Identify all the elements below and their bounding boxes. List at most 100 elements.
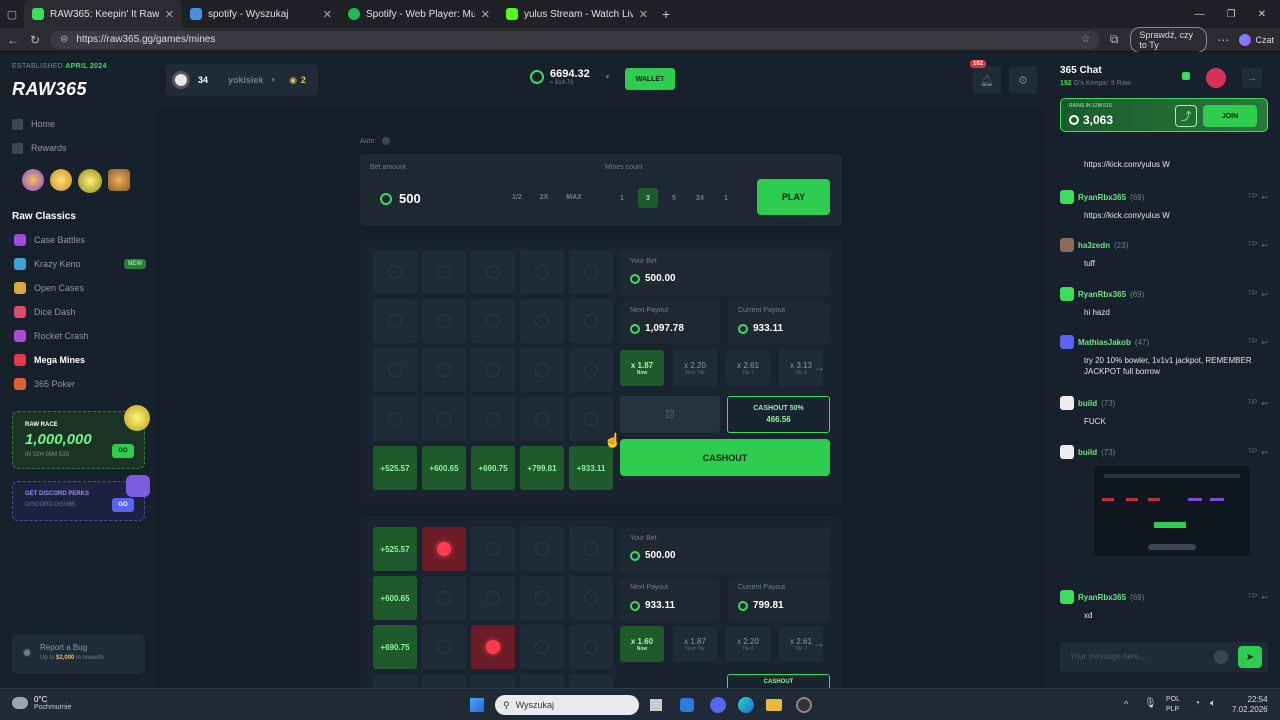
send-button[interactable]: ➤ [1238, 646, 1262, 668]
reply-icon[interactable]: ↩ [1261, 290, 1268, 299]
copilot-button[interactable]: Czat [1239, 33, 1274, 46]
cashout-button[interactable]: CASHOUT [620, 439, 830, 476]
half-bet-button[interactable]: 1/2 [508, 190, 526, 205]
hidden-tile[interactable] [422, 299, 466, 343]
hidden-tile[interactable] [520, 576, 564, 620]
avatar[interactable] [1060, 238, 1074, 252]
max-bet-button[interactable]: MAX [562, 190, 586, 205]
tab-list-icon[interactable]: ▢ [0, 8, 24, 21]
avatar[interactable] [172, 71, 190, 89]
hidden-tile[interactable] [471, 348, 515, 392]
tip-button[interactable]: TIP [1248, 400, 1257, 406]
collapse-chat-icon[interactable]: → [1242, 68, 1262, 88]
chat-username[interactable]: ha3zedn [1078, 241, 1110, 250]
revealed-tile[interactable]: +525.57 [373, 527, 417, 571]
tab-spotify-search[interactable]: spotify - Wyszukaj ✕ [182, 0, 340, 28]
hidden-tile[interactable] [422, 674, 466, 688]
tip-button[interactable]: TIP [1248, 242, 1257, 248]
hidden-tile[interactable] [373, 348, 417, 392]
flag-icon[interactable] [1206, 68, 1226, 88]
mines-option[interactable]: 1 [612, 188, 632, 208]
tip-button[interactable]: TIP [1248, 291, 1257, 297]
chat-username[interactable]: build [1078, 448, 1097, 457]
reply-icon[interactable]: ↩ [1261, 338, 1268, 347]
close-icon[interactable]: ✕ [165, 8, 174, 21]
reply-icon[interactable]: ↩ [1261, 193, 1268, 202]
revealed-tile[interactable]: +690.75 [471, 446, 515, 490]
sidebar-item-case-battles[interactable]: Case Battles [14, 230, 146, 250]
balance-display[interactable]: 6694.32 ≈ $14.73 ▾ [530, 68, 609, 86]
hidden-tile[interactable] [520, 250, 564, 294]
more-icon[interactable]: ⋯ [1217, 33, 1229, 47]
reply-icon[interactable]: ↩ [1261, 399, 1268, 408]
tray-expand-icon[interactable]: ^ [1124, 699, 1128, 709]
hidden-tile[interactable] [373, 250, 417, 294]
hidden-tile[interactable] [422, 348, 466, 392]
outlook-icon[interactable] [680, 698, 694, 712]
hidden-tile[interactable] [520, 625, 564, 669]
sidebar-item-krazy-keno[interactable]: Krazy Keno NEW [14, 254, 146, 274]
play-button[interactable]: PLAY [757, 179, 830, 215]
cashout-half-button[interactable]: CASHOUT 50% 466.56 [727, 396, 830, 433]
close-icon[interactable]: ✕ [323, 8, 332, 21]
revealed-tile[interactable]: +525.57 [373, 446, 417, 490]
taskbar-search[interactable]: ⚲ Wyszukaj [495, 695, 639, 715]
chat-input-box[interactable]: Your message here... ➤ [1060, 642, 1268, 672]
verify-identity-pill[interactable]: Sprawdź, czy to Ty [1130, 26, 1208, 53]
hidden-tile[interactable] [520, 348, 564, 392]
revealed-tile[interactable]: +690.75 [373, 625, 417, 669]
badge-icon[interactable] [78, 169, 102, 193]
coin-icon[interactable] [50, 169, 72, 191]
hidden-tile[interactable] [569, 625, 613, 669]
sidebar-item-open-cases[interactable]: Open Cases [14, 278, 146, 298]
tab-kick[interactable]: yulus Stream - Watch Live on Kick ✕ [498, 0, 656, 28]
revealed-tile[interactable]: +799.81 [520, 446, 564, 490]
reply-icon[interactable]: ↩ [1261, 241, 1268, 250]
hidden-tile[interactable] [471, 674, 515, 688]
hidden-tile[interactable] [422, 250, 466, 294]
crate-icon[interactable] [108, 169, 130, 191]
maximize-icon[interactable]: ❐ [1227, 9, 1236, 20]
mines-option[interactable]: 1 [716, 188, 736, 208]
hidden-tile[interactable] [471, 527, 515, 571]
double-bet-button[interactable]: 2X [536, 190, 553, 205]
notifications-button[interactable]: 🔔︎ [973, 66, 1001, 94]
reply-icon[interactable]: ↩ [1261, 448, 1268, 457]
tip-button[interactable]: TIP [1248, 339, 1257, 345]
hidden-tile[interactable] [569, 348, 613, 392]
chevron-down-icon[interactable]: ▾ [606, 73, 610, 81]
random-tile-button[interactable]: ⚄ [620, 396, 720, 433]
emoji-icon[interactable] [1214, 650, 1228, 664]
join-rain-button[interactable]: JOIN [1203, 105, 1257, 127]
mines-option-selected[interactable]: 3 [638, 188, 658, 208]
chat-image-attachment[interactable] [1094, 466, 1250, 556]
avatar[interactable] [1060, 590, 1074, 604]
hidden-tile[interactable] [520, 527, 564, 571]
sidebar-item-rewards[interactable]: Rewards [12, 138, 67, 158]
avatar[interactable] [1060, 190, 1074, 204]
extensions-icon[interactable]: ⧉ [1108, 32, 1120, 47]
sidebar-item-dice-dash[interactable]: Dice Dash [14, 302, 146, 322]
tip-button[interactable]: TIP [1248, 594, 1257, 600]
hidden-tile[interactable] [422, 576, 466, 620]
sidebar-item-365-poker[interactable]: 365 Poker [14, 374, 146, 394]
mine-tile[interactable] [471, 625, 515, 669]
hidden-tile[interactable] [471, 250, 515, 294]
avatar[interactable] [1060, 445, 1074, 459]
auto-toggle[interactable]: Auto: [360, 137, 391, 145]
hidden-tile[interactable] [422, 625, 466, 669]
chevron-down-icon[interactable]: ▾ [272, 76, 276, 84]
tab-spotify-player[interactable]: Spotify - Web Player: Music for ev ✕ [340, 0, 498, 28]
volume-icon[interactable]: 🔈︎ [1210, 698, 1216, 709]
clock[interactable]: 22:54 7.02.2026 [1232, 695, 1268, 715]
windows-start-icon[interactable] [470, 698, 484, 712]
revealed-tile[interactable]: +933.11 [569, 446, 613, 490]
chat-username[interactable]: RyanRbx365 [1078, 193, 1126, 202]
hidden-tile[interactable] [373, 397, 417, 441]
chat-username[interactable]: build [1078, 399, 1097, 408]
discord-app-icon[interactable] [710, 697, 726, 713]
revealed-tile[interactable]: +600.65 [373, 576, 417, 620]
sidebar-item-home[interactable]: Home [12, 114, 67, 134]
close-window-icon[interactable]: ✕ [1258, 9, 1266, 20]
chat-username[interactable]: MathiasJakob [1078, 338, 1131, 347]
